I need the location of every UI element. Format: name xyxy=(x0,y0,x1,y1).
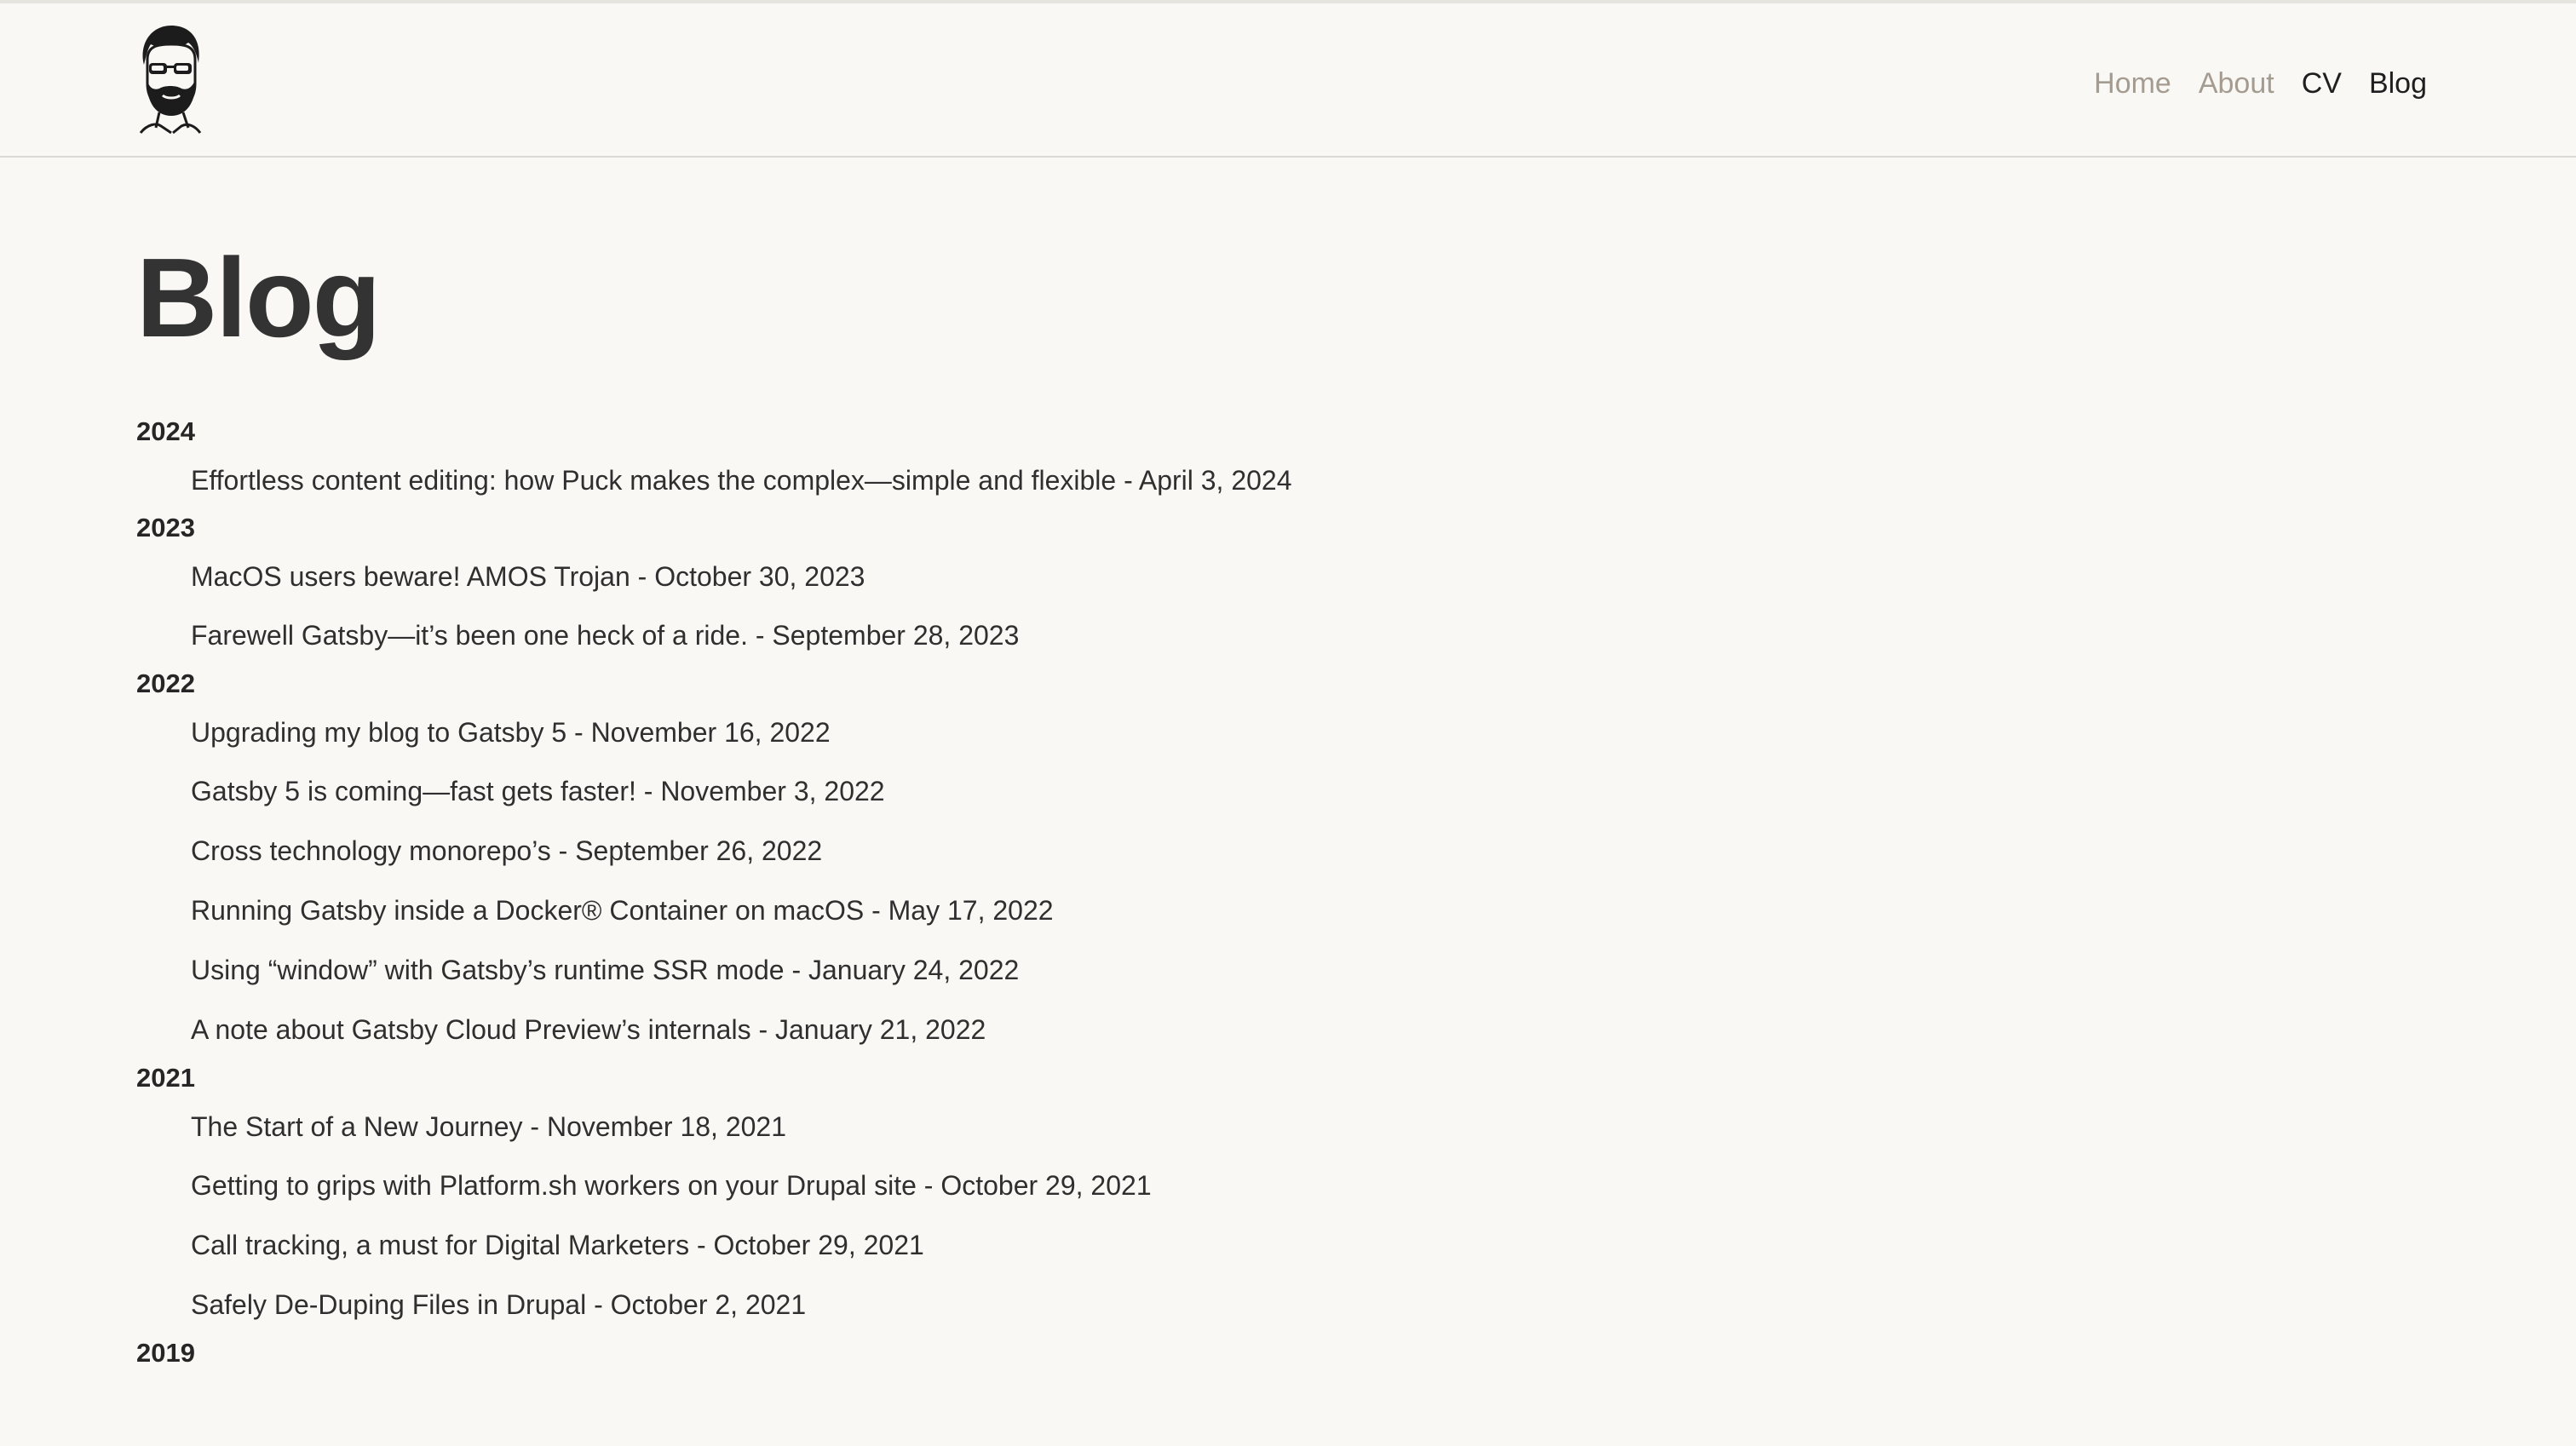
list-item: Effortless content editing: how Puck mak… xyxy=(136,450,2351,509)
year-heading: 2021 xyxy=(136,1063,195,1093)
post-title: The Start of a New Journey xyxy=(191,1110,523,1142)
separator: - xyxy=(586,1289,611,1320)
post-link[interactable]: Cross technology monorepo’s - September … xyxy=(191,834,822,868)
separator: - xyxy=(1116,464,1139,496)
year-group-2021: 2021 The Start of a New Journey - Novemb… xyxy=(136,1059,2351,1334)
separator: - xyxy=(747,620,773,651)
year-group-2022: 2022 Upgrading my blog to Gatsby 5 - Nov… xyxy=(136,665,2351,1059)
year-heading: 2024 xyxy=(136,416,195,446)
separator: - xyxy=(784,955,808,985)
separator: - xyxy=(916,1170,941,1201)
post-date: November 16, 2022 xyxy=(590,716,831,748)
post-date: November 3, 2022 xyxy=(660,776,885,806)
post-date: April 3, 2024 xyxy=(1138,464,1292,496)
post-link[interactable]: A note about Gatsby Cloud Preview’s inte… xyxy=(191,1013,986,1047)
post-title: Using “window” with Gatsby’s runtime SSR… xyxy=(191,955,785,985)
post-date: October 29, 2021 xyxy=(713,1230,924,1260)
separator: - xyxy=(635,776,661,806)
list-item: Cross technology monorepo’s - September … xyxy=(136,821,2351,881)
separator: - xyxy=(566,716,591,748)
year-heading: 2019 xyxy=(136,1338,195,1368)
post-link[interactable]: The Start of a New Journey - November 18… xyxy=(191,1110,786,1144)
post-list: Effortless content editing: how Puck mak… xyxy=(136,450,2351,509)
post-title: Effortless content editing: how Puck mak… xyxy=(191,464,1117,496)
nav-cv-link[interactable]: CV xyxy=(2302,65,2342,102)
separator: - xyxy=(689,1230,714,1260)
list-item: Running Gatsby inside a Docker® Containe… xyxy=(136,881,2351,940)
list-item: Gatsby 5 is coming—fast gets faster! - N… xyxy=(136,761,2351,821)
separator: - xyxy=(750,1014,775,1045)
list-item: The Start of a New Journey - November 18… xyxy=(136,1097,2351,1156)
blog-archive: 2024 Effortless content editing: how Puc… xyxy=(136,413,2351,1372)
post-link[interactable]: Call tracking, a must for Digital Market… xyxy=(191,1228,924,1262)
post-title: Upgrading my blog to Gatsby 5 xyxy=(191,716,567,748)
post-list: MacOS users beware! AMOS Trojan - Octobe… xyxy=(136,547,2351,665)
separator: - xyxy=(630,560,655,592)
post-link[interactable]: Gatsby 5 is coming—fast gets faster! - N… xyxy=(191,774,885,808)
year-heading: 2022 xyxy=(136,668,195,698)
post-title: Farewell Gatsby—it’s been one heck of a … xyxy=(191,620,748,651)
post-link[interactable]: Safely De-Duping Files in Drupal - Octob… xyxy=(191,1288,806,1322)
nav-blog-link[interactable]: Blog xyxy=(2369,65,2427,102)
post-list: The Start of a New Journey - November 18… xyxy=(136,1097,2351,1334)
post-title: A note about Gatsby Cloud Preview’s inte… xyxy=(191,1014,751,1045)
list-item: Upgrading my blog to Gatsby 5 - November… xyxy=(136,703,2351,761)
post-date: September 28, 2023 xyxy=(772,620,1020,651)
post-link[interactable]: Using “window” with Gatsby’s runtime SSR… xyxy=(191,953,1019,987)
post-title: Call tracking, a must for Digital Market… xyxy=(191,1230,690,1260)
post-date: January 21, 2022 xyxy=(775,1014,986,1045)
post-title: Getting to grips with Platform.sh worker… xyxy=(191,1170,917,1201)
separator: - xyxy=(550,835,576,866)
post-title: MacOS users beware! AMOS Trojan xyxy=(191,560,630,592)
post-date: October 30, 2023 xyxy=(654,560,865,592)
post-date: October 2, 2021 xyxy=(610,1289,807,1320)
page-title: Blog xyxy=(136,235,381,360)
nav-home-link[interactable]: Home xyxy=(2094,65,2171,102)
year-group-2024: 2024 Effortless content editing: how Puc… xyxy=(136,413,2351,509)
list-item: Using “window” with Gatsby’s runtime SSR… xyxy=(136,940,2351,1000)
post-date: May 17, 2022 xyxy=(888,895,1054,926)
site-header: Home About CV Blog xyxy=(0,3,2576,158)
separator: - xyxy=(864,895,888,926)
list-item: Getting to grips with Platform.sh worker… xyxy=(136,1156,2351,1215)
post-title: Gatsby 5 is coming—fast gets faster! xyxy=(191,776,636,806)
post-link[interactable]: Getting to grips with Platform.sh worker… xyxy=(191,1168,1152,1202)
year-group-2019: 2019 xyxy=(136,1334,2351,1372)
post-link[interactable]: Farewell Gatsby—it’s been one heck of a … xyxy=(191,618,1019,652)
post-title: Safely De-Duping Files in Drupal xyxy=(191,1289,587,1320)
post-list: Upgrading my blog to Gatsby 5 - November… xyxy=(136,703,2351,1059)
list-item: MacOS users beware! AMOS Trojan - Octobe… xyxy=(136,547,2351,605)
post-date: January 24, 2022 xyxy=(808,955,1020,985)
year-heading: 2023 xyxy=(136,513,195,542)
post-link[interactable]: MacOS users beware! AMOS Trojan - Octobe… xyxy=(191,559,865,594)
list-item: Safely De-Duping Files in Drupal - Octob… xyxy=(136,1275,2351,1334)
post-title: Cross technology monorepo’s xyxy=(191,835,551,866)
list-item: Call tracking, a must for Digital Market… xyxy=(136,1215,2351,1275)
nav-about-link[interactable]: About xyxy=(2199,65,2274,102)
post-link[interactable]: Upgrading my blog to Gatsby 5 - November… xyxy=(191,715,831,749)
post-title: Running Gatsby inside a Docker® Containe… xyxy=(191,895,865,926)
post-link[interactable]: Running Gatsby inside a Docker® Containe… xyxy=(191,893,1054,927)
list-item: A note about Gatsby Cloud Preview’s inte… xyxy=(136,1000,2351,1059)
post-date: October 29, 2021 xyxy=(940,1170,1152,1201)
list-item: Farewell Gatsby—it’s been one heck of a … xyxy=(136,605,2351,665)
post-link[interactable]: Effortless content editing: how Puck mak… xyxy=(191,463,1292,497)
avatar-icon xyxy=(139,26,202,135)
main-nav: Home About CV Blog xyxy=(2094,65,2427,102)
year-group-2023: 2023 MacOS users beware! AMOS Trojan - O… xyxy=(136,509,2351,665)
post-date: November 18, 2021 xyxy=(546,1110,787,1142)
post-date: September 26, 2022 xyxy=(575,835,823,866)
separator: - xyxy=(522,1110,547,1142)
